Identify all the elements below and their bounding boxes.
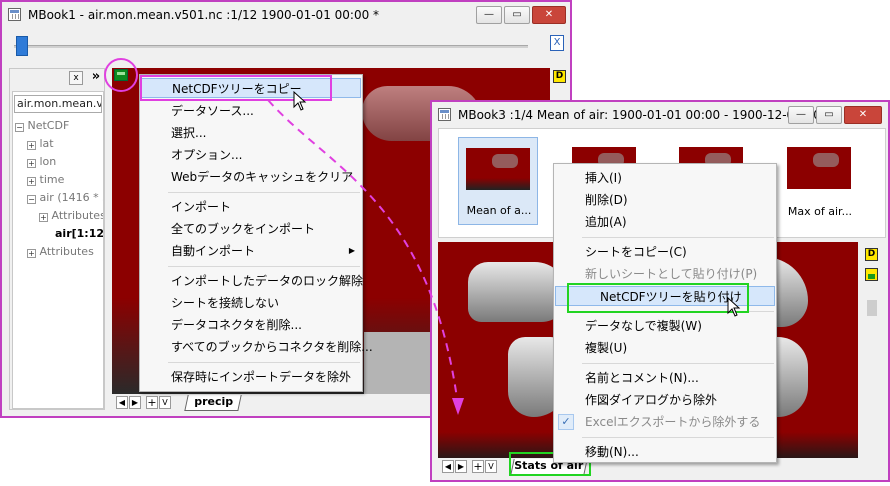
annotation-arrow	[267, 99, 464, 415]
